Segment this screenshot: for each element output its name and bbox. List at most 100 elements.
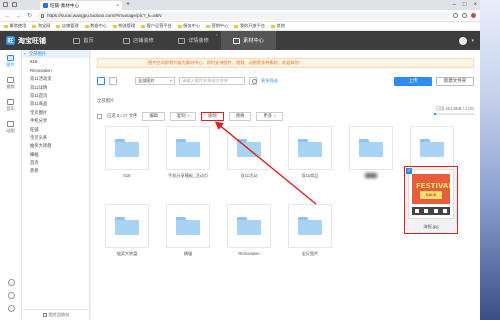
tree-item[interactable]: 双11活动页: [22, 75, 89, 83]
folder-item[interactable]: 618: [101, 126, 153, 189]
upload-button[interactable]: 上传: [394, 76, 432, 86]
bookmark-item[interactable]: 我的开放平台: [234, 23, 265, 29]
folder-card[interactable]: [166, 204, 210, 248]
bookmark-item[interactable]: 客户运营平台: [141, 23, 172, 29]
tree-item[interactable]: 抽奖大转盘: [22, 142, 89, 150]
folder-item[interactable]: ████: [345, 126, 397, 189]
bookmark-item[interactable]: 服务中心: [177, 23, 200, 29]
close-tab-icon[interactable]: ×: [116, 3, 119, 9]
search-icon[interactable]: [249, 77, 257, 85]
bookmark-item[interactable]: 营销中心: [206, 23, 228, 29]
minimize-icon[interactable]: –: [453, 1, 456, 9]
reload-icon[interactable]: ↻: [26, 12, 33, 19]
copy-link-icon[interactable]: [414, 209, 419, 213]
rail-item-gif[interactable]: 动图: [0, 116, 21, 138]
tree-root[interactable]: ▾ 全部图片: [22, 50, 89, 59]
star-icon[interactable]: [453, 13, 458, 18]
folder-item[interactable]: 抽奖大转盘: [101, 204, 153, 267]
folder-card[interactable]: [288, 204, 332, 248]
copy-button[interactable]: 复制 ▾: [169, 111, 197, 121]
tree-item[interactable]: 装修: [22, 167, 89, 175]
checkbox-checked-icon[interactable]: ✓: [406, 168, 412, 174]
more-button[interactable]: 更多 ▾: [256, 111, 283, 121]
back-icon[interactable]: ←: [4, 13, 11, 19]
rail-item-video[interactable]: 视频: [0, 72, 21, 94]
tree-item[interactable]: 双11商品: [22, 100, 89, 108]
search-input[interactable]: 请输入图片名称或文件夹: [179, 77, 245, 85]
folder-card[interactable]: [166, 126, 210, 170]
edit-button[interactable]: 编辑: [142, 111, 165, 121]
edit-icon[interactable]: [424, 209, 429, 213]
replace-button[interactable]: 替换: [228, 111, 252, 121]
image-item-selected[interactable]: FESTIVAL SALE ✓ 海报.jpg: [404, 166, 458, 234]
profile-icon[interactable]: [471, 13, 476, 18]
tree-item[interactable]: Renovation: [22, 67, 89, 75]
rail-item-music[interactable]: 音乐: [0, 94, 21, 116]
tree-item[interactable]: 首页: [22, 159, 89, 167]
feedback-icon[interactable]: [7, 305, 15, 312]
image-thumbnail[interactable]: FESTIVAL SALE: [412, 174, 450, 204]
tree-item[interactable]: 618: [22, 58, 89, 66]
recycle-bin-link[interactable]: 图片回收站: [22, 309, 90, 320]
nav-tab-home[interactable]: 首页: [56, 31, 111, 50]
tab-list-icon[interactable]: [12, 2, 17, 7]
browser-tab[interactable]: 旺铺-素材中心 ×: [40, 1, 122, 10]
tree-item[interactable]: 手机分享: [22, 117, 89, 125]
info-icon[interactable]: [443, 209, 448, 213]
folder-card[interactable]: [288, 126, 332, 170]
tree-item[interactable]: 双11详情: [22, 84, 89, 92]
folder-item[interactable]: 双11商品: [284, 126, 336, 189]
maximize-icon[interactable]: □: [463, 1, 467, 9]
workspace-icon[interactable]: [3, 2, 8, 7]
bookmark-item[interactable]: 数据中心: [84, 23, 107, 29]
tree-item[interactable]: 宝贝头条: [22, 134, 89, 142]
folder-item[interactable]: 横幅: [162, 204, 214, 267]
nav-tab-detail-decor[interactable]: 详情装修 ×: [166, 31, 221, 50]
new-folder-button[interactable]: 新建文件夹: [436, 76, 474, 86]
select-all-checkbox[interactable]: [97, 113, 102, 119]
user-menu[interactable]: ▾: [459, 36, 474, 45]
main-area: 图片 视频 音乐 动图 ▾ 全部图片 618 Renovation 双11活动页 …: [0, 50, 480, 320]
download-icon[interactable]: [433, 209, 438, 213]
app-logo[interactable]: 旺 淘宝旺铺: [0, 36, 56, 46]
forward-icon[interactable]: →: [15, 13, 22, 19]
folder-item[interactable]: 宝贝图片: [284, 204, 336, 267]
advanced-filter-link[interactable]: 更多筛选: [261, 78, 278, 84]
bookmark-item[interactable]: 物流管理: [112, 23, 135, 29]
folder-item[interactable]: Renovation: [223, 204, 275, 267]
avatar[interactable]: [459, 36, 468, 45]
close-window-icon[interactable]: ×: [473, 1, 477, 9]
bookmark-item[interactable]: 其他: [270, 23, 285, 29]
rail-item-images[interactable]: 图片: [0, 50, 21, 72]
folder-card[interactable]: [410, 126, 454, 170]
folder-card[interactable]: [349, 126, 393, 170]
folder-card[interactable]: [105, 126, 149, 170]
nav-tab-shop-decor[interactable]: 店铺装修: [111, 31, 166, 50]
list-view-icon[interactable]: [109, 77, 117, 85]
folder-item[interactable]: 手机分享模板_活动页: [162, 126, 214, 189]
tree-item[interactable]: 双11首页: [22, 92, 89, 100]
new-tab-button[interactable]: +: [126, 1, 130, 9]
delete-button[interactable]: 删除: [201, 111, 224, 121]
folder-card[interactable]: [105, 204, 149, 248]
url-field[interactable]: https://sucai.wangpu.taobao.com/#/manage…: [37, 11, 449, 20]
folder-card[interactable]: [227, 126, 271, 170]
extension-icon[interactable]: [462, 13, 467, 18]
settings-icon[interactable]: [7, 292, 15, 299]
grid-view-icon[interactable]: [97, 77, 105, 85]
collapse-icon[interactable]: ▾: [24, 50, 26, 58]
breadcrumb[interactable]: 全部图片: [97, 98, 114, 104]
bookmark-item[interactable]: 最常使用: [4, 23, 26, 29]
folder-item[interactable]: 双11活动: [223, 126, 275, 189]
help-icon[interactable]: [7, 279, 15, 286]
folder-card[interactable]: [227, 204, 271, 248]
nav-tab-materials[interactable]: 素材中心: [221, 31, 276, 50]
filter-select[interactable]: 全部图片: [135, 77, 175, 85]
tree-item[interactable]: 宝贝图片: [22, 109, 89, 117]
image-card[interactable]: FESTIVAL SALE: [408, 169, 454, 219]
close-tab-icon[interactable]: ×: [216, 32, 218, 37]
bookmark-item[interactable]: 店铺管理: [56, 23, 79, 29]
bookmark-item[interactable]: 淘宝网: [32, 23, 50, 29]
tree-item[interactable]: 旺铺: [22, 126, 89, 134]
tree-item[interactable]: 横幅: [22, 151, 89, 159]
